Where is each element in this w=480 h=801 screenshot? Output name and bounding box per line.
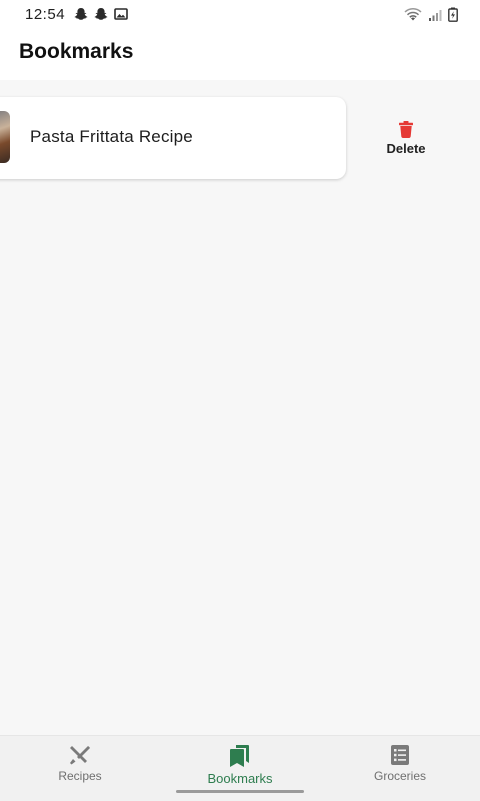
wifi-icon	[404, 8, 422, 21]
bookmarks-list: Delete Pasta Frittata Recipe	[0, 80, 480, 735]
utensils-icon	[70, 746, 90, 765]
bookmark-card[interactable]: Pasta Frittata Recipe	[0, 97, 346, 179]
recipe-thumbnail	[0, 111, 10, 163]
nav-label-recipes: Recipes	[58, 769, 102, 783]
list-icon	[391, 745, 409, 765]
bookmark-title: Pasta Frittata Recipe	[30, 127, 193, 146]
snapchat-icon	[74, 8, 88, 20]
nav-label-groceries: Groceries	[373, 769, 426, 783]
delete-label: Delete	[386, 141, 426, 156]
nav-item-recipes[interactable]: Recipes	[20, 744, 140, 783]
nav-item-groceries[interactable]: Groceries	[340, 744, 460, 783]
nav-item-bookmarks[interactable]: Bookmarks	[180, 744, 300, 786]
bookmarks-icon	[230, 745, 249, 767]
nav-label-bookmarks: Bookmarks	[207, 771, 273, 786]
status-time: 12:54	[25, 6, 66, 23]
app-bar: Bookmarks	[0, 30, 480, 80]
snapchat-icon	[94, 8, 108, 20]
trash-icon	[399, 121, 413, 138]
home-indicator[interactable]	[176, 790, 304, 793]
system-icons	[404, 7, 458, 22]
image-icon	[114, 8, 128, 20]
page-title: Bookmarks	[19, 40, 134, 63]
status-bar: 12:54	[0, 0, 480, 30]
delete-button[interactable]: Delete	[370, 120, 442, 160]
battery-icon	[448, 7, 458, 22]
notification-icons	[74, 7, 128, 21]
signal-icon	[429, 10, 442, 21]
